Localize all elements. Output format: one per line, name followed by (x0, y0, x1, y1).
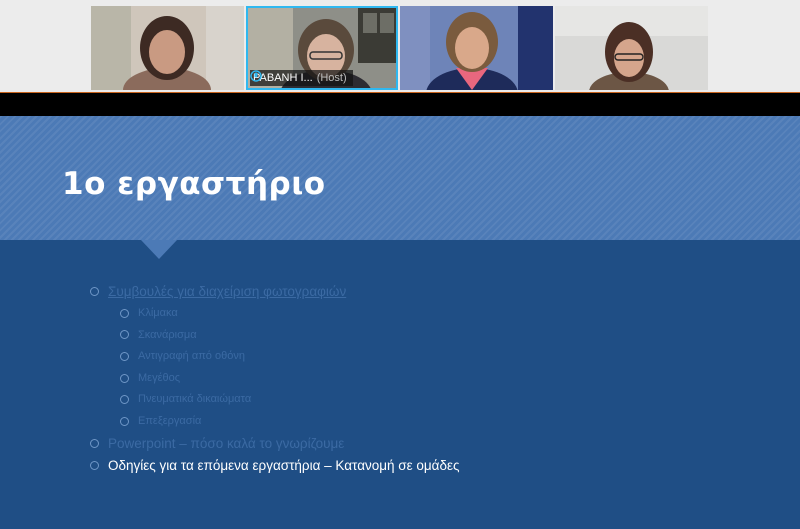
bullet-circle-icon (120, 330, 129, 340)
bullet-powerpoint: Powerpoint – πόσο καλά το γνωρίζουμε (88, 433, 778, 455)
bullet-circle-icon (120, 308, 129, 318)
bullet-circle-icon (90, 287, 99, 296)
bullet-photo-tips: Συμβουλές για διαχείριση φωτογραφιών (88, 281, 778, 303)
slide-bullet-list: Συμβουλές για διαχείριση φωτογραφιών Κλί… (88, 281, 778, 477)
video-tile-participant-4[interactable] (555, 6, 708, 90)
bullet-copyright: Πνευματικά δικαιώματα (118, 389, 778, 411)
screen-share-top-band (0, 92, 800, 117)
bullet-scale: Κλίμακα (118, 303, 778, 325)
bullet-screen-copy: Αντιγραφή από οθόνη (118, 346, 778, 368)
participant-strip: ΡΑΒΑΝΗ Ι... (Host) (0, 0, 800, 92)
shared-slide: 1ο εργαστήριο Συμβουλές για διαχείριση φ… (0, 116, 800, 529)
participant-video (91, 6, 244, 90)
bullet-editing: Επεξεργασία (118, 411, 778, 433)
participant-video (400, 6, 553, 90)
bullet-circle-icon (90, 460, 99, 470)
participant-video (555, 6, 708, 90)
bullet-size: Μεγέθος (118, 368, 778, 390)
slide-header-notch (141, 240, 177, 259)
bullet-circle-icon (120, 373, 129, 383)
participant-name-bar: ΡΑΒΑΝΗ Ι... (Host) (250, 70, 353, 86)
bullet-circle-icon (120, 351, 129, 361)
bullet-circle-icon (120, 395, 129, 405)
audio-speaking-icon (250, 70, 262, 82)
bullet-scanning: Σκανάρισμα (118, 325, 778, 347)
bullet-circle-icon (120, 416, 129, 426)
video-tile-host[interactable]: ΡΑΒΑΝΗ Ι... (Host) (246, 6, 398, 90)
host-label: (Host) (316, 72, 347, 84)
video-tile-participant-3[interactable] (400, 6, 553, 90)
video-tile-participant-1[interactable] (91, 6, 244, 90)
bullet-next-workshops: Οδηγίες για τα επόμενα εργαστήρια – Κατα… (88, 455, 778, 477)
slide-title: 1ο εργαστήριο (62, 166, 326, 202)
bullet-circle-icon (90, 438, 99, 448)
